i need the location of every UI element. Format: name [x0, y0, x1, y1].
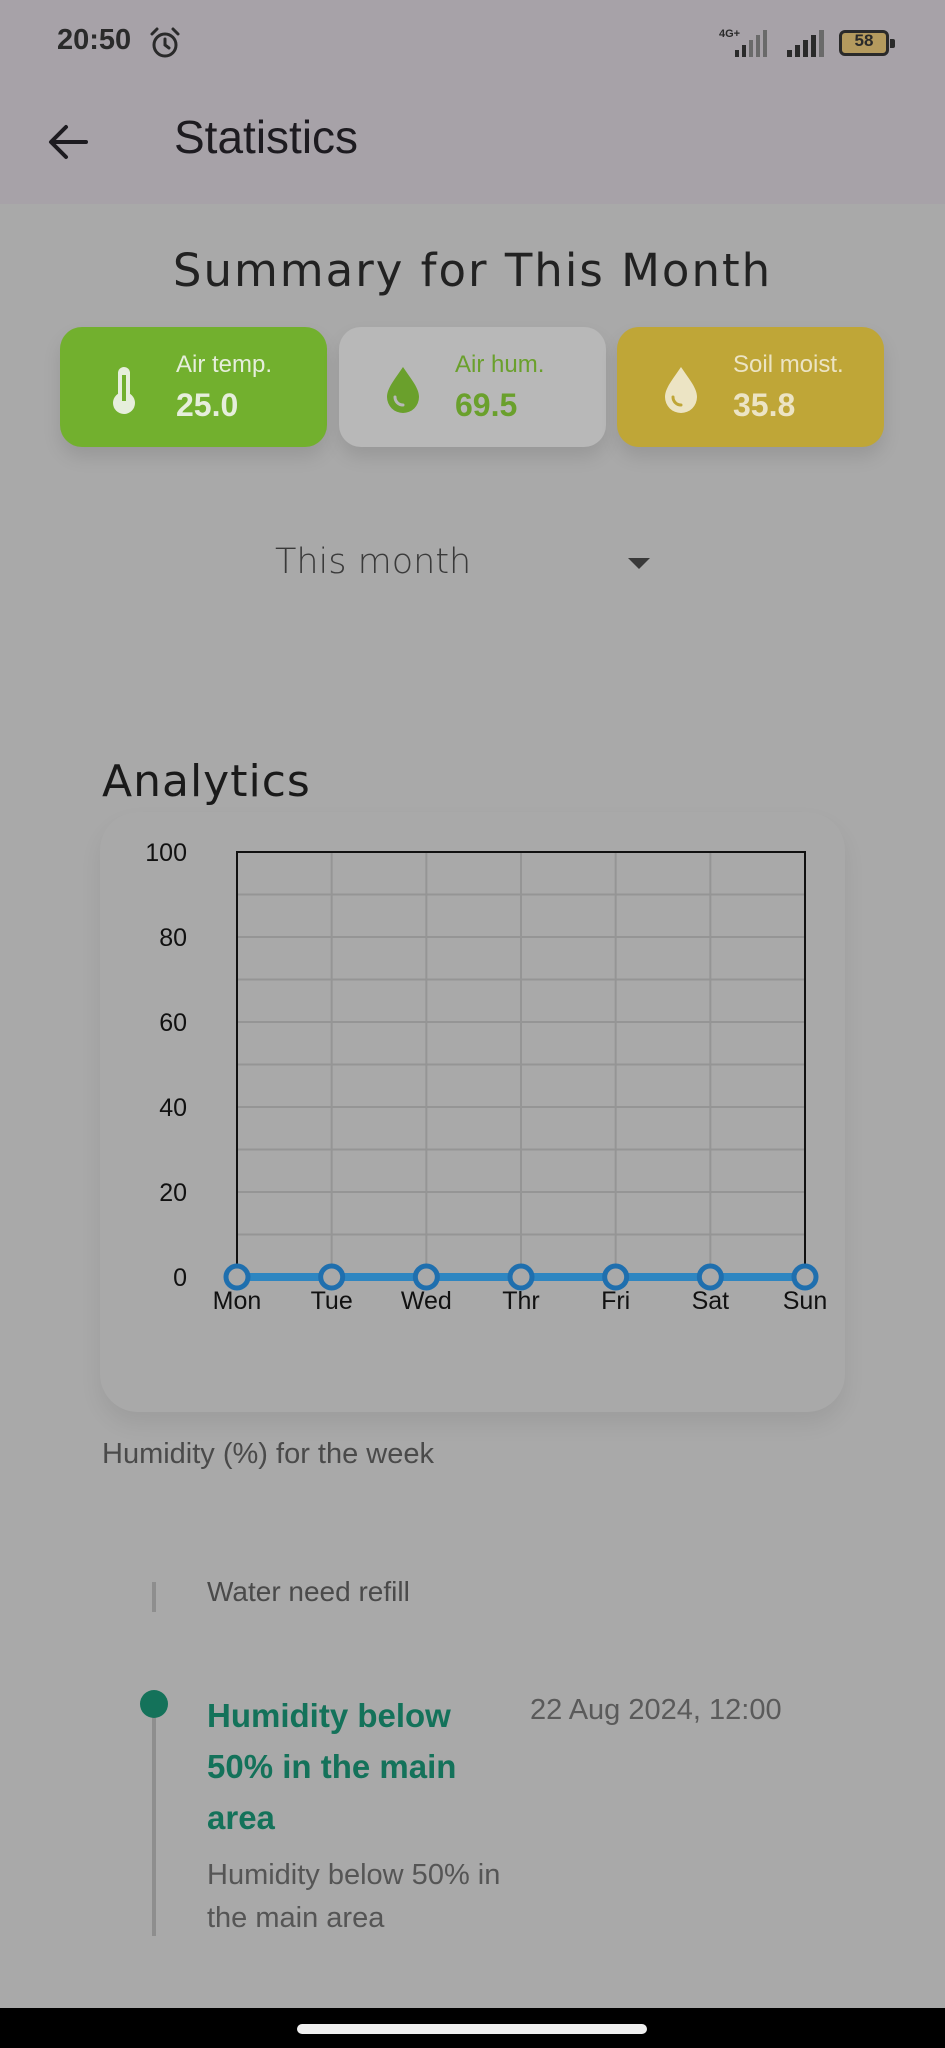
signal-4g-icon: 4G+ [719, 28, 767, 57]
period-dropdown-value: This month [275, 542, 472, 582]
app-bar: Statistics [0, 86, 945, 204]
signal-icon [787, 30, 824, 57]
y-tick-label: 100 [145, 839, 187, 867]
y-tick-label: 20 [159, 1179, 187, 1207]
chart-caption: Humidity (%) for the week [102, 1438, 434, 1470]
dropdown-arrow-icon [628, 558, 650, 569]
y-tick-label: 0 [173, 1264, 187, 1292]
data-point [696, 1263, 724, 1291]
air-humidity-value: 69.5 [455, 387, 518, 423]
timeline-item-date: 22 Aug 2024, 12:00 [530, 1694, 782, 1726]
summary-title: Summary for This Month [172, 244, 773, 297]
page-title: Statistics [174, 111, 359, 163]
soil-moisture-label: Soil moist. [733, 351, 844, 378]
soil-moisture-value: 35.8 [733, 387, 796, 423]
timeline-item-title: Humidity below 50% in the main area [207, 1697, 457, 1836]
home-gesture-handle[interactable] [297, 2024, 647, 2034]
data-point [791, 1263, 819, 1291]
water-drop-icon [387, 367, 419, 413]
analytics-title: Analytics [102, 756, 311, 807]
soil-moisture-card: Soil moist. 35.8 [617, 327, 884, 447]
back-arrow-icon[interactable] [40, 114, 96, 170]
air-temp-card: Air temp. 25.0 [60, 327, 327, 447]
air-humidity-card: Air hum. 69.5 [339, 327, 606, 447]
alarm-clock-icon [150, 27, 180, 58]
battery-level: 58 [854, 31, 874, 50]
y-tick-label: 40 [159, 1094, 187, 1122]
timeline-item-description: Humidity below 50% in the main area [207, 1859, 501, 1934]
x-tick-label: Sat [692, 1287, 730, 1315]
humidity-line-chart: 0 20 40 60 80 100 Mon Tue Wed Thr Fri Sat Sun [145, 839, 827, 1315]
timeline-item-description: Water need refill [207, 1576, 410, 1607]
x-tick-label: Wed [401, 1287, 452, 1315]
y-tick-label: 60 [159, 1009, 187, 1037]
status-bar: 20:50 4G+ 58 [0, 0, 945, 86]
air-temp-label: Air temp. [176, 351, 273, 378]
timeline-connector [152, 1704, 156, 1936]
status-time: 20:50 [57, 24, 132, 56]
data-point [602, 1263, 630, 1291]
x-tick-label: Tue [311, 1287, 353, 1315]
timeline-connector [152, 1582, 156, 1612]
data-point [318, 1263, 346, 1291]
timeline-dot [140, 1690, 168, 1718]
data-point [223, 1263, 251, 1291]
x-tick-label: Fri [601, 1287, 630, 1315]
period-dropdown[interactable]: This month [270, 532, 670, 598]
battery-icon: 58 [839, 30, 895, 56]
air-temp-value: 25.0 [176, 387, 239, 423]
x-tick-label: Thr [502, 1287, 540, 1315]
x-tick-label: Mon [213, 1287, 262, 1315]
water-drop-icon [665, 367, 697, 413]
x-tick-label: Sun [783, 1287, 827, 1315]
air-humidity-label: Air hum. [455, 351, 545, 378]
data-point [507, 1263, 535, 1291]
data-point [412, 1263, 440, 1291]
thermometer-icon [113, 367, 135, 414]
network-type-label: 4G+ [719, 28, 740, 40]
y-tick-label: 80 [159, 924, 187, 952]
